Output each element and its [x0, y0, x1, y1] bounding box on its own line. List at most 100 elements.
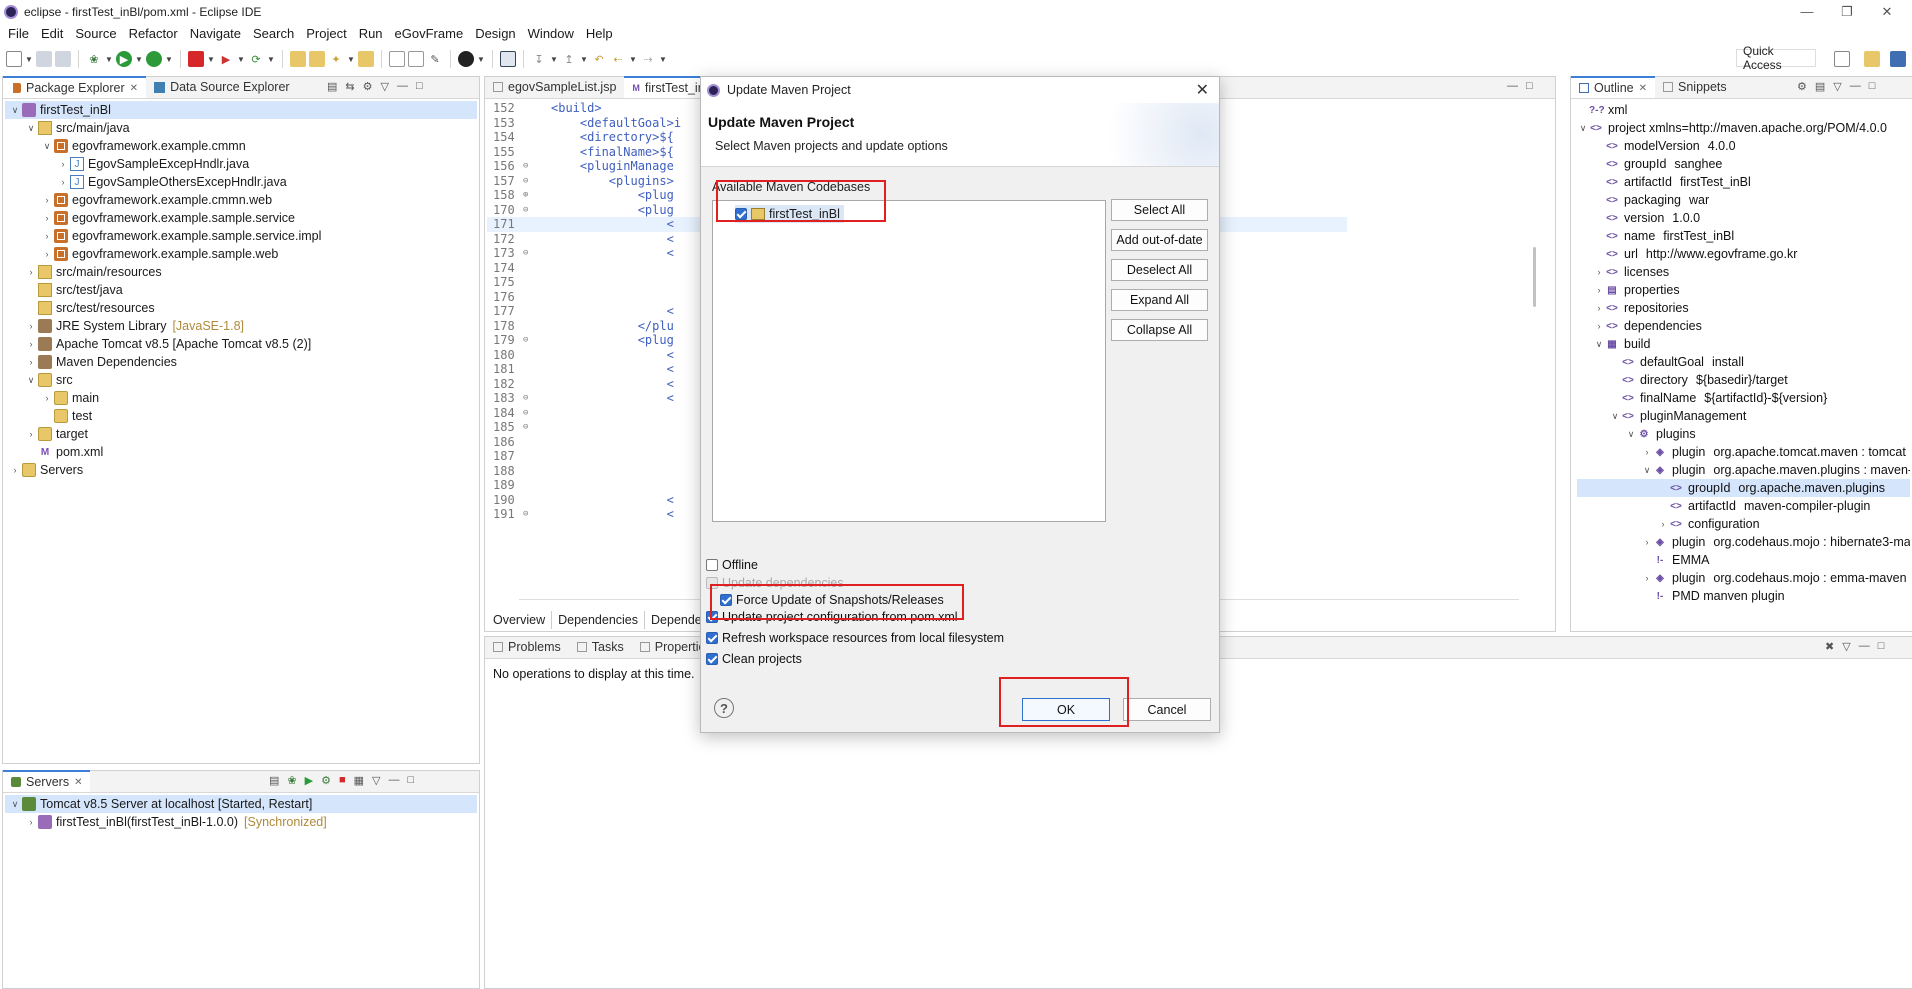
- option-refresh-workspace[interactable]: Refresh workspace resources from local f…: [706, 629, 1004, 647]
- dialog-close-button[interactable]: ✕: [1196, 80, 1209, 100]
- chevron-down-icon[interactable]: ∨: [9, 799, 21, 810]
- chevron-right-icon[interactable]: ›: [57, 177, 69, 187]
- chevron-down-icon[interactable]: ∨: [1641, 465, 1653, 476]
- add-out-of-date-button[interactable]: Add out-of-date: [1111, 229, 1208, 251]
- chevron-down-icon[interactable]: ∨: [1577, 123, 1589, 134]
- next-annotation-icon[interactable]: ↧: [531, 51, 547, 67]
- chevron-right-icon[interactable]: ›: [41, 249, 53, 259]
- ok-button[interactable]: OK: [1022, 698, 1110, 721]
- debug-icon[interactable]: ❀: [86, 51, 102, 67]
- cancel-button[interactable]: Cancel: [1123, 698, 1211, 721]
- console-icon[interactable]: [500, 51, 516, 67]
- stop-icon[interactable]: [188, 51, 204, 67]
- chevron-right-icon[interactable]: ›: [1641, 447, 1653, 457]
- maximize-view-icon[interactable]: □: [416, 80, 423, 93]
- tab-problems[interactable]: Problems: [485, 636, 569, 658]
- link-editor-icon[interactable]: ⇆: [345, 80, 354, 93]
- user-icon[interactable]: [458, 51, 474, 67]
- chevron-right-icon[interactable]: ›: [25, 357, 37, 367]
- outline-item[interactable]: › <> repositories: [1577, 299, 1910, 317]
- menu-project[interactable]: Project: [300, 26, 352, 41]
- collapse-all-icon[interactable]: ▤: [269, 774, 279, 787]
- view-menu-icon[interactable]: ▽: [1833, 80, 1841, 93]
- outline-item[interactable]: <> artifactId firstTest_inBl: [1577, 173, 1910, 191]
- chevron-down-icon[interactable]: ▼: [105, 55, 113, 64]
- java-ee-perspective-icon[interactable]: [1864, 51, 1880, 67]
- tab-package-explorer[interactable]: Package Explorer ✕: [3, 76, 147, 98]
- tree-item[interactable]: src/test/java: [5, 281, 477, 299]
- menu-refactor[interactable]: Refactor: [123, 26, 184, 41]
- chevron-down-icon[interactable]: ∨: [41, 141, 53, 152]
- chevron-down-icon[interactable]: ▼: [25, 55, 33, 64]
- remove-all-icon[interactable]: ✖: [1825, 640, 1834, 653]
- chevron-down-icon[interactable]: ▼: [267, 55, 275, 64]
- menu-run[interactable]: Run: [353, 26, 389, 41]
- fold-toggle-icon[interactable]: ⊖: [523, 507, 528, 522]
- chevron-down-icon[interactable]: ▼: [629, 55, 637, 64]
- maximize-view-icon[interactable]: □: [1878, 640, 1885, 653]
- codebases-list[interactable]: firstTest_inBl: [712, 200, 1106, 522]
- build-icon[interactable]: [389, 51, 405, 67]
- tree-item[interactable]: ∨ Tomcat v8.5 Server at localhost [Starte…: [5, 795, 477, 813]
- pom-page-tab[interactable]: Dependencies: [552, 611, 646, 629]
- minimize-view-icon[interactable]: —: [397, 80, 408, 93]
- outline-item[interactable]: ?-? xml: [1577, 101, 1910, 119]
- chevron-right-icon[interactable]: ›: [25, 321, 37, 331]
- tree-item[interactable]: › src/main/resources: [5, 263, 477, 281]
- menu-egovframe[interactable]: eGovFrame: [389, 26, 470, 41]
- run-icon[interactable]: ▶: [116, 51, 132, 67]
- chevron-down-icon[interactable]: ▼: [165, 55, 173, 64]
- fold-toggle-icon[interactable]: ⊖: [523, 420, 528, 435]
- save-icon[interactable]: [36, 51, 52, 67]
- debug-server-icon[interactable]: ❀: [287, 774, 296, 787]
- outline-item[interactable]: ∨ ▦ build: [1577, 335, 1910, 353]
- tree-item[interactable]: › main: [5, 389, 477, 407]
- menu-design[interactable]: Design: [469, 26, 521, 41]
- chevron-right-icon[interactable]: ›: [57, 159, 69, 169]
- pen-icon[interactable]: ✎: [427, 51, 443, 67]
- outline-item[interactable]: <> directory ${basedir}/target: [1577, 371, 1910, 389]
- clipboard-icon[interactable]: [408, 51, 424, 67]
- menu-source[interactable]: Source: [69, 26, 122, 41]
- egov-perspective-icon[interactable]: [1890, 51, 1906, 67]
- tree-item[interactable]: › J EgovSampleOthersExcepHndlr.java: [5, 173, 477, 191]
- outline-item[interactable]: ∨ <> pluginManagement: [1577, 407, 1910, 425]
- deselect-all-button[interactable]: Deselect All: [1111, 259, 1208, 281]
- tree-item[interactable]: › egovframework.example.sample.service.im…: [5, 227, 477, 245]
- outline-item[interactable]: › ◈ plugin org.apache.tomcat.maven : tomcat: [1577, 443, 1910, 461]
- tree-item[interactable]: test: [5, 407, 477, 425]
- outline-item[interactable]: <> name firstTest_inBl: [1577, 227, 1910, 245]
- option-force-update[interactable]: Force Update of Snapshots/Releases: [720, 591, 944, 609]
- tree-item[interactable]: › JRE System Library [JavaSE-1.8]: [5, 317, 477, 335]
- collapse-all-button[interactable]: Collapse All: [1111, 319, 1208, 341]
- chevron-right-icon[interactable]: ›: [25, 429, 37, 439]
- outline-item[interactable]: ∨ ⚙ plugins: [1577, 425, 1910, 443]
- sort-icon[interactable]: ⚙: [1797, 80, 1807, 93]
- tree-item[interactable]: › egovframework.example.sample.web: [5, 245, 477, 263]
- chevron-down-icon[interactable]: ∨: [25, 123, 37, 134]
- menu-search[interactable]: Search: [247, 26, 300, 41]
- outline-item[interactable]: <> url http://www.egovframe.go.kr: [1577, 245, 1910, 263]
- collapse-all-icon[interactable]: ▤: [327, 80, 337, 93]
- close-icon[interactable]: ✕: [130, 83, 138, 94]
- tree-item[interactable]: ∨ egovframework.example.cmmn: [5, 137, 477, 155]
- tab-outline[interactable]: Outline ✕: [1571, 76, 1655, 98]
- minimize-view-icon[interactable]: —: [389, 774, 400, 787]
- outline-item[interactable]: !- PMD manven plugin: [1577, 587, 1910, 605]
- chevron-right-icon[interactable]: ›: [1593, 285, 1605, 295]
- open-folder-icon[interactable]: [290, 51, 306, 67]
- tree-item[interactable]: › Apache Tomcat v8.5 [Apache Tomcat v8.5 …: [5, 335, 477, 353]
- outline-item[interactable]: ∨ <> project xmlns=http://maven.apache.org…: [1577, 119, 1910, 137]
- outline-item[interactable]: <> groupId sanghee: [1577, 155, 1910, 173]
- fold-toggle-icon[interactable]: ⊖: [523, 174, 528, 189]
- maximize-view-icon[interactable]: □: [1526, 80, 1533, 92]
- tree-item[interactable]: ∨ firstTest_inBl: [5, 101, 477, 119]
- option-update-project-config[interactable]: Update project configuration from pom.xm…: [706, 608, 958, 626]
- chevron-right-icon[interactable]: ›: [25, 339, 37, 349]
- new-icon[interactable]: [6, 51, 22, 67]
- chevron-right-icon[interactable]: ›: [41, 195, 53, 205]
- tab-egovsamplelist-jsp[interactable]: egovSampleList.jsp: [485, 76, 624, 98]
- outline-item[interactable]: › ▤ properties: [1577, 281, 1910, 299]
- chevron-down-icon[interactable]: ▼: [237, 55, 245, 64]
- outline-item[interactable]: ∨ ◈ plugin org.apache.maven.plugins : maven…: [1577, 461, 1910, 479]
